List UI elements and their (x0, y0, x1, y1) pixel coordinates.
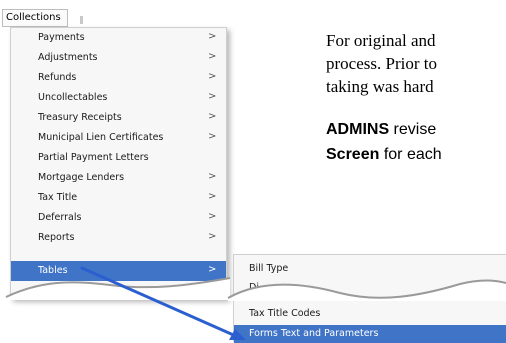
menu-item-label: Municipal Lien Certificates (38, 132, 164, 143)
doc-text-for-each: for each (379, 146, 442, 163)
menu-collections[interactable]: Collections (2, 9, 68, 27)
submenu-item-bill-type[interactable]: Bill Type (234, 260, 506, 278)
menu-item-label: Mortgage Lenders (38, 172, 125, 183)
submenu-item-label: Bill Type (249, 263, 289, 274)
submenu-arrow-icon: > (208, 211, 217, 222)
doc-text-line-5: Screen for each (326, 146, 442, 164)
menu-item-partial-payment-letters[interactable]: Partial Payment Letters (11, 148, 226, 168)
submenu-arrow-icon: > (208, 71, 217, 82)
submenu-arrow-icon: > (208, 171, 217, 182)
menu-item-partial[interactable]: > (11, 281, 226, 301)
menu-item-treasury-receipts[interactable]: Treasury Receipts > (11, 108, 226, 128)
menu-item-payments[interactable]: Payments > (11, 28, 226, 48)
doc-text-line-4: ADMINS revise (326, 121, 436, 139)
menubar-separator (80, 16, 83, 24)
submenu-arrow-icon: > (208, 231, 217, 242)
submenu-arrow-icon: > (208, 31, 217, 42)
submenu-arrow-icon: > (208, 131, 217, 142)
menu-item-uncollectables[interactable]: Uncollectables > (11, 88, 226, 108)
doc-text-line-3: taking was hard (326, 77, 434, 96)
submenu-item-tax-title-codes[interactable]: Tax Title Codes (234, 305, 506, 323)
submenu-arrow-icon: > (208, 91, 217, 102)
menu-item-label: Uncollectables (38, 92, 108, 103)
doc-text-line-1: For original and (326, 31, 436, 50)
submenu-item-forms-text-and-parameters[interactable]: Forms Text and Parameters (234, 325, 506, 343)
submenu-item-partial[interactable]: Di (234, 279, 506, 297)
submenu-arrow-icon: > (208, 111, 217, 122)
tables-submenu: Bill Type Di Tax Title Codes Forms Text … (233, 254, 506, 343)
menu-item-tax-title[interactable]: Tax Title > (11, 188, 226, 208)
submenu-arrow-icon: > (208, 51, 217, 62)
submenu-arrow-icon: > (208, 191, 217, 202)
menu-item-deferrals[interactable]: Deferrals > (11, 208, 226, 228)
menu-item-adjustments[interactable]: Adjustments > (11, 48, 226, 68)
submenu-item-label: Tax Title Codes (249, 308, 321, 319)
menu-item-label: Adjustments (38, 52, 98, 63)
menu-item-label: Refunds (38, 72, 77, 83)
menu-item-mortgage-lenders[interactable]: Mortgage Lenders > (11, 168, 226, 188)
menu-item-tables[interactable]: Tables > (11, 261, 226, 281)
submenu-item-label: Di (249, 282, 259, 293)
doc-bold-admins: ADMINS (326, 121, 390, 138)
menu-item-label: Payments (38, 32, 85, 43)
collections-dropdown-menu: Payments > Adjustments > Refunds > Uncol… (10, 27, 227, 299)
menu-item-label: Partial Payment Letters (38, 152, 149, 163)
menu-item-municipal-lien-certificates[interactable]: Municipal Lien Certificates > (11, 128, 226, 148)
menu-item-label: Tax Title (38, 192, 78, 203)
menu-item-label: Deferrals (38, 212, 82, 223)
submenu-item-label: Forms Text and Parameters (249, 328, 379, 339)
menu-item-label: Treasury Receipts (38, 112, 122, 123)
submenu-arrow-icon: > (208, 284, 217, 295)
menu-item-refunds[interactable]: Refunds > (11, 68, 226, 88)
menu-item-reports[interactable]: Reports > (11, 228, 226, 248)
doc-text-line-2: process. Prior to (326, 54, 437, 73)
doc-bold-screen: Screen (326, 146, 380, 163)
submenu-arrow-icon: > (208, 264, 217, 275)
menu-item-label: Tables (38, 265, 68, 276)
doc-text-revise: revise (389, 121, 437, 138)
menu-item-label: Reports (38, 232, 75, 243)
